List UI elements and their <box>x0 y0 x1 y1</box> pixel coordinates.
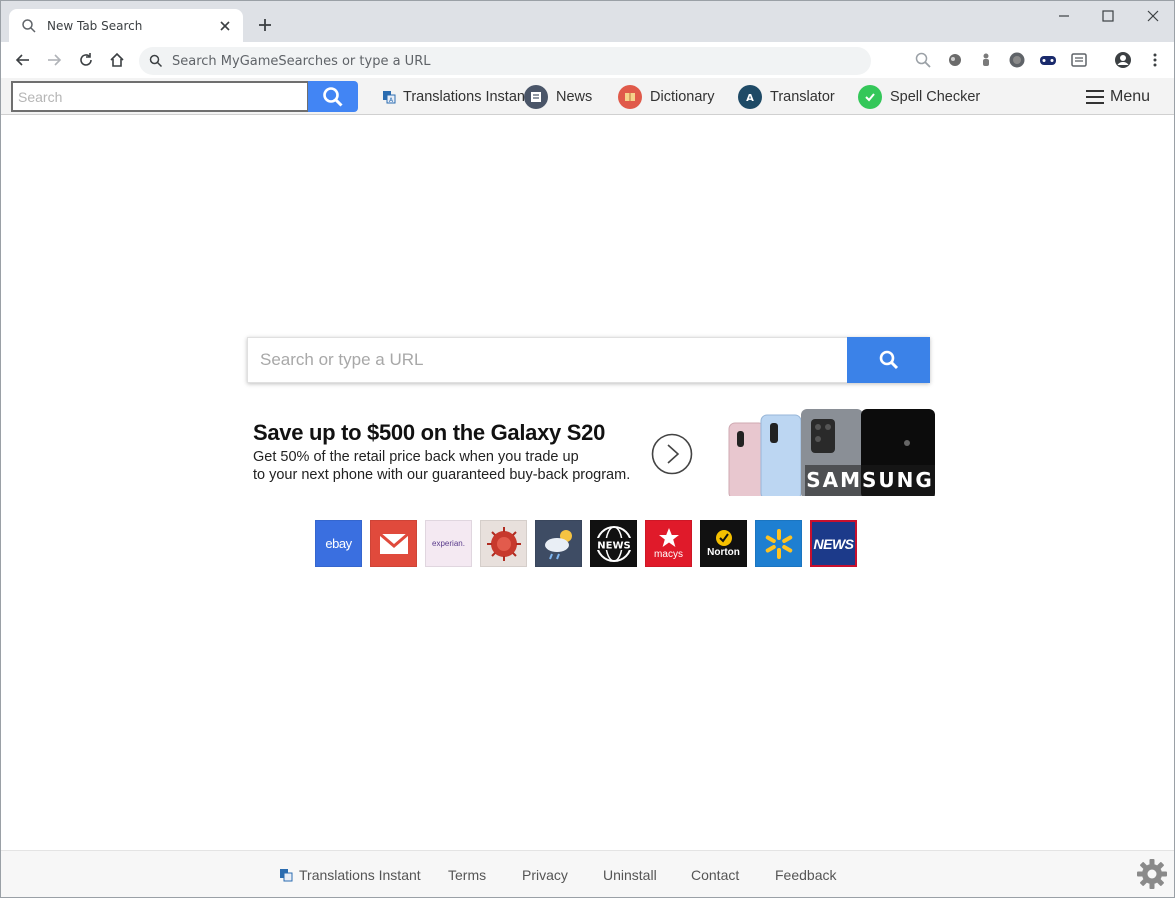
menu-label: Menu <box>1110 87 1151 105</box>
search-icon <box>22 18 36 33</box>
search-icon <box>323 86 343 107</box>
spell-checker-label: Spell Checker <box>890 88 981 105</box>
ad-title: Save up to $500 on the Galaxy S20 <box>253 420 606 445</box>
main-search-box <box>247 337 930 383</box>
macys-label: macys <box>654 549 683 560</box>
extension-news-icon[interactable] <box>1070 51 1088 69</box>
translator-link[interactable]: A Translator <box>738 78 835 115</box>
browser-toolbar: Search MyGameSearches or type a URL <box>1 42 1174 78</box>
tile-macys[interactable]: macys <box>645 520 692 567</box>
translator-label: Translator <box>770 88 835 105</box>
tile-gmail[interactable] <box>370 520 417 567</box>
star-icon <box>658 528 679 547</box>
weather-cloud-icon <box>544 529 572 559</box>
tile-norton[interactable]: Norton <box>700 520 747 567</box>
translator-icon: A <box>738 84 762 109</box>
chevron-right-circle-icon[interactable] <box>651 433 693 475</box>
spell-checker-link[interactable]: Spell Checker <box>858 78 980 115</box>
dictionary-icon <box>618 84 642 109</box>
news-tile-label: NEWS <box>813 535 855 552</box>
footer-privacy[interactable]: Privacy <box>522 851 568 898</box>
gear-icon[interactable] <box>1135 857 1169 891</box>
virus-icon <box>486 526 521 561</box>
hamburger-icon <box>1086 89 1104 104</box>
tile-weather[interactable] <box>535 520 582 567</box>
dictionary-label: Dictionary <box>650 88 715 105</box>
main-search-button[interactable] <box>847 337 930 383</box>
footer: Translations Instant Terms Privacy Unins… <box>1 850 1174 897</box>
dictionary-link[interactable]: Dictionary <box>618 78 714 115</box>
main-search-input[interactable] <box>247 337 847 383</box>
tile-virus[interactable] <box>480 520 527 567</box>
translations-instant-label: Translations Instant <box>403 88 529 105</box>
news-icon <box>524 84 548 109</box>
footer-uninstall[interactable]: Uninstall <box>603 851 657 898</box>
samsung-brand-text: SAMSUNG <box>806 468 934 492</box>
tile-news-globe[interactable]: NEWS <box>590 520 637 567</box>
reload-icon[interactable] <box>77 51 95 69</box>
zoom-search-icon[interactable] <box>914 51 932 69</box>
footer-contact[interactable]: Contact <box>691 851 739 898</box>
close-icon[interactable] <box>217 18 233 34</box>
extension-search-button[interactable] <box>308 81 358 112</box>
forward-arrow-icon[interactable] <box>45 51 63 69</box>
search-icon <box>879 350 898 370</box>
active-tab[interactable]: New Tab Search <box>9 9 243 42</box>
omnibox[interactable]: Search MyGameSearches or type a URL <box>139 47 871 75</box>
extension-puzzle-icon[interactable] <box>946 51 964 69</box>
new-tab-plus-icon[interactable] <box>255 15 275 35</box>
translations-instant-link[interactable]: A Translations Instant <box>382 78 529 115</box>
tile-news[interactable]: NEWS <box>810 520 857 567</box>
tile-ebay[interactable]: ebay <box>315 520 362 567</box>
news-globe-icon: NEWS <box>594 525 633 562</box>
experian-label: experian. <box>432 539 465 548</box>
kebab-menu-icon[interactable] <box>1146 51 1164 69</box>
tab-title: New Tab Search <box>47 18 143 33</box>
norton-check-icon <box>715 530 732 546</box>
samsung-ad-banner[interactable]: Save up to $500 on the Galaxy S20 Get 50… <box>247 409 935 496</box>
home-icon[interactable] <box>108 51 126 69</box>
translate-icon: A <box>383 90 396 104</box>
profile-avatar-icon[interactable] <box>1114 51 1132 69</box>
window-close-icon[interactable] <box>1144 7 1162 25</box>
translate-icon <box>280 868 293 881</box>
ad-subtitle: Get 50% of the retail price back when yo… <box>253 448 663 484</box>
extension-bar: A Translations Instant News Dictionary A… <box>1 78 1174 115</box>
gamepad-icon[interactable] <box>1039 51 1057 69</box>
norton-label: Norton <box>707 547 740 558</box>
omnibox-placeholder: Search MyGameSearches or type a URL <box>172 53 431 69</box>
quick-links: ebay experian. NEWS macys Norton NEWS <box>315 520 857 567</box>
mail-icon <box>378 532 409 554</box>
ad-line-2: to your next phone with our guaranteed b… <box>253 467 631 483</box>
footer-translations-instant[interactable]: Translations Instant <box>279 851 421 898</box>
ebay-label: ebay <box>325 536 352 551</box>
svg-text:A: A <box>746 93 754 104</box>
news-globe-label: NEWS <box>597 540 630 551</box>
footer-translations-label: Translations Instant <box>299 866 421 883</box>
check-icon <box>858 84 882 109</box>
search-icon <box>149 54 163 68</box>
galaxy-phones-image: SAMSUNG <box>728 409 935 496</box>
maximize-icon[interactable] <box>1099 7 1117 25</box>
extension-figure-icon[interactable] <box>977 51 995 69</box>
footer-terms[interactable]: Terms <box>448 851 486 898</box>
tile-experian[interactable]: experian. <box>425 520 472 567</box>
ad-line-1: Get 50% of the retail price back when yo… <box>253 449 579 465</box>
extension-globe-icon[interactable] <box>1008 51 1026 69</box>
walmart-spark-icon <box>765 528 792 559</box>
footer-feedback[interactable]: Feedback <box>775 851 836 898</box>
extension-search-input[interactable] <box>11 81 309 112</box>
news-label: News <box>556 88 593 105</box>
tab-strip: New Tab Search <box>1 1 1174 42</box>
back-arrow-icon[interactable] <box>14 51 32 69</box>
minimize-icon[interactable] <box>1055 7 1073 25</box>
menu-button[interactable]: Menu <box>1086 78 1150 115</box>
news-link[interactable]: News <box>524 78 592 115</box>
tile-walmart[interactable] <box>755 520 802 567</box>
